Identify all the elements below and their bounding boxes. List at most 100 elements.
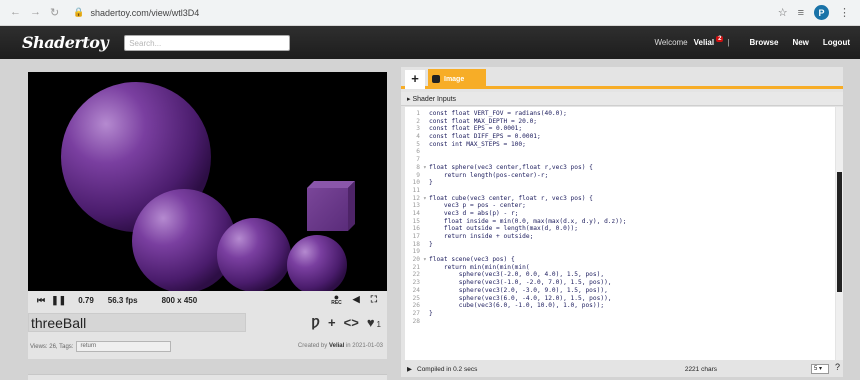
pause-icon[interactable]: ❚❚ <box>51 295 66 306</box>
tab-image[interactable]: Image <box>428 69 486 89</box>
line-number: 10 <box>412 179 420 187</box>
created-by: Created by Velial in 2021-01-03 <box>298 343 383 349</box>
line-number: 11 <box>412 186 420 194</box>
line-number: 15 <box>412 217 420 225</box>
cube-top <box>307 181 355 188</box>
code-scrollbar[interactable] <box>836 107 843 360</box>
shader-inputs-toggle[interactable]: ▸ Shader Inputs <box>401 92 843 106</box>
shader-title[interactable]: threeBall <box>28 313 246 332</box>
forward-icon[interactable]: → <box>30 6 41 19</box>
site-header: Shadertoy Search... Welcome Velial 2 | B… <box>0 26 860 59</box>
browser-actions: ☆ ≡ P ⋮ <box>778 5 860 20</box>
code-area[interactable]: 1 const float VERT_FOV = radians(40.0); 2… <box>405 107 835 360</box>
shader-meta: Views: 26, Tags: return <box>30 341 172 352</box>
code-text: float cube(vec3 center, float r, vec3 po… <box>429 194 593 202</box>
notification-badge[interactable]: 2 <box>716 35 724 42</box>
browse-link[interactable]: Browse <box>750 38 779 47</box>
code-line: 2 const float MAX_DEPTH = 20.0; <box>405 118 835 126</box>
scrollbar-thumb[interactable] <box>837 172 842 292</box>
publish-icon[interactable]: Ƿ <box>311 315 320 330</box>
time-display: 0.79 <box>78 295 94 305</box>
code-line: 7 <box>405 156 835 164</box>
code-line: 27 } <box>405 310 835 318</box>
char-count: 2221 chars <box>684 365 717 373</box>
code-line: 5 const int MAX_STEPS = 100; <box>405 141 835 149</box>
code-line: 11 <box>405 187 835 195</box>
font-size-value: 5 <box>814 366 818 372</box>
line-number: 27 <box>412 309 420 317</box>
extensions-icon[interactable]: ≡ <box>798 7 804 19</box>
rewind-icon[interactable]: ⏮ <box>37 295 45 306</box>
logout-link[interactable]: Logout <box>823 38 850 47</box>
line-number: 13 <box>412 202 420 210</box>
fold-marker <box>423 187 429 195</box>
site-logo[interactable]: Shadertoy <box>0 33 109 52</box>
line-number: 12 <box>412 194 420 202</box>
code-line: 15 float inside = min(0.0, max(max(d.x, … <box>405 218 835 226</box>
rendered-scene <box>61 82 355 291</box>
reload-icon[interactable]: ↻ <box>50 6 59 19</box>
fps-display: 56.3 fps <box>107 295 138 305</box>
code-line: 23 sphere(vec3(-1.0, -2.0, 7.0), 1.5, po… <box>405 279 835 287</box>
username-link[interactable]: Velial <box>694 38 714 47</box>
tags-input[interactable]: return <box>76 341 172 352</box>
menu-icon[interactable]: ⋮ <box>839 6 850 19</box>
code-text: const float MAX_DEPTH = 20.0; <box>429 117 538 125</box>
record-button[interactable]: ● REC <box>331 293 342 307</box>
code-line: 4 const float DIFF_EPS = 0.0001; <box>405 133 835 141</box>
add-tab-button[interactable]: + <box>405 70 425 89</box>
code-line: 20 ▾ float scene(vec3 pos) { <box>405 256 835 264</box>
code-line: 6 <box>405 148 835 156</box>
shader-canvas[interactable] <box>28 72 387 291</box>
line-number: 3 <box>416 125 420 133</box>
image-tab-icon <box>432 75 440 83</box>
like-count: 1 <box>376 320 381 329</box>
expand-arrow-icon: ▸ <box>407 96 411 103</box>
code-line: 1 const float VERT_FOV = radians(40.0); <box>405 110 835 118</box>
shader-info-panel: threeBall Ƿ + <> ♥ 1 Views: 26, Tags: re… <box>28 309 387 359</box>
line-number: 23 <box>412 279 420 287</box>
cube-front <box>307 188 348 231</box>
line-number: 18 <box>412 240 420 248</box>
code-text: vec3 p = pos - center; <box>429 202 526 210</box>
line-number: 19 <box>412 248 420 256</box>
profile-avatar[interactable]: P <box>814 5 829 20</box>
code-line: 12 ▾ float cube(vec3 center, float r, vec3… <box>405 195 835 203</box>
code-text: sphere(vec3(6.0, -4.0, 12.0), 1.5, pos))… <box>429 294 612 302</box>
lock-icon: 🔒 <box>73 7 85 17</box>
fold-marker <box>423 318 429 326</box>
font-size-select[interactable]: 5 ▾ <box>811 364 829 374</box>
new-link[interactable]: New <box>792 38 808 47</box>
code-text: sphere(vec3(-1.0, -2.0, 7.0), 1.5, pos))… <box>429 279 612 287</box>
code-line: 28 <box>405 318 835 326</box>
address-bar[interactable]: shadertoy.com/view/wtl3D4 <box>90 8 199 18</box>
line-number: 6 <box>416 148 420 156</box>
search-input[interactable]: Search... <box>124 34 291 51</box>
line-number: 22 <box>412 271 420 279</box>
fullscreen-icon[interactable]: ⛶ <box>371 294 377 306</box>
code-text: float sphere(vec3 center,float r,vec3 po… <box>429 163 593 171</box>
add-icon[interactable]: + <box>328 315 336 330</box>
volume-icon[interactable]: ◀ <box>353 294 360 306</box>
compile-icon[interactable]: ▶ <box>407 365 412 373</box>
code-text: vec3 d = abs(p) - r; <box>429 209 519 217</box>
code-line: 9 return length(pos-center)-r; <box>405 172 835 180</box>
star-icon[interactable]: ☆ <box>778 6 788 19</box>
created-date: in 2021-01-03 <box>345 343 383 349</box>
line-number: 8 <box>416 163 420 171</box>
line-number: 2 <box>416 117 420 125</box>
code-text: float scene(vec3 pos) { <box>429 256 515 264</box>
code-line: 10 } <box>405 179 835 187</box>
browser-nav: ← → ↻ <box>0 6 59 19</box>
compile-status: ▶ Compiled in 0.2 secs <box>407 365 477 374</box>
code-text: } <box>429 179 433 187</box>
line-number: 17 <box>412 233 420 240</box>
embed-icon[interactable]: <> <box>344 315 359 330</box>
sphere-small <box>217 218 291 291</box>
author-link[interactable]: Velial <box>329 343 344 349</box>
back-icon[interactable]: ← <box>10 6 21 19</box>
help-icon[interactable]: ? <box>835 362 840 372</box>
code-line: 16 float outside = length(max(d, 0.0)); <box>405 225 835 233</box>
heart-icon[interactable]: ♥ <box>367 315 375 330</box>
sphere-far <box>287 235 347 291</box>
